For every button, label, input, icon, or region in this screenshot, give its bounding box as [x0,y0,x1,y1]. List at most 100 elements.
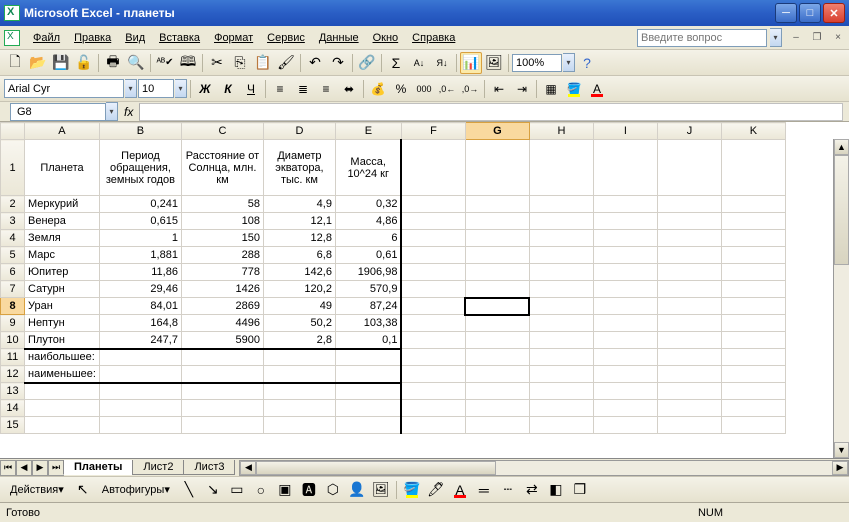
cell-H5[interactable] [529,247,593,264]
open-icon[interactable]: 📂 [27,52,49,74]
cell-K9[interactable] [721,315,785,332]
cell-F3[interactable] [401,213,465,230]
cell-I10[interactable] [593,332,657,349]
font-size-dropdown[interactable]: ▾ [175,79,187,98]
cell-B1[interactable]: Период обращения, земных годов [99,140,181,196]
scroll-right-icon[interactable]: ▶ [832,461,848,475]
cell-F13[interactable] [401,383,465,400]
currency-icon[interactable]: 💰 [367,78,389,100]
font-size-box[interactable]: 10 [138,79,174,98]
cell-A11[interactable]: наибольшее: [25,349,100,366]
chart-icon[interactable]: 📊 [460,52,482,74]
cell-F12[interactable] [401,366,465,383]
sheet-tab-2[interactable]: Лист2 [132,460,184,475]
cell-D1[interactable]: Диаметр экватора, тыс. км [263,140,335,196]
line-style-icon[interactable]: ═ [473,479,495,501]
cell-J4[interactable] [657,230,721,247]
help-search-input[interactable] [637,29,767,47]
cell-F4[interactable] [401,230,465,247]
borders-icon[interactable]: ▦ [540,78,562,100]
cell-B7[interactable]: 29,46 [99,281,181,298]
col-header-E[interactable]: E [335,123,401,140]
cell-I8[interactable] [593,298,657,315]
select-objects-icon[interactable]: ↖ [72,479,94,501]
cell-H1[interactable] [529,140,593,196]
cell-A10[interactable]: Плутон [25,332,100,349]
cell-B15[interactable] [99,417,181,434]
cell-B5[interactable]: 1,881 [99,247,181,264]
row-header-11[interactable]: 11 [1,349,25,366]
cell-C9[interactable]: 4496 [181,315,263,332]
cell-J7[interactable] [657,281,721,298]
cell-D8[interactable]: 49 [263,298,335,315]
row-header-14[interactable]: 14 [1,400,25,417]
cell-F1[interactable] [401,140,465,196]
cell-J14[interactable] [657,400,721,417]
formula-input[interactable] [139,103,843,121]
cell-K8[interactable] [721,298,785,315]
cell-B12[interactable] [99,366,181,383]
cell-E1[interactable]: Масса, 10^24 кг [335,140,401,196]
horizontal-scrollbar[interactable]: ◀ ▶ [239,460,849,476]
worksheet-grid[interactable]: ABCDEFGHIJK1ПланетаПериод обращения, зем… [0,122,849,458]
cell-B11[interactable] [99,349,181,366]
menu-edit[interactable]: Правка [67,29,118,47]
tab-prev-icon[interactable]: ◀ [16,460,32,476]
cell-G10[interactable] [465,332,529,349]
align-left-icon[interactable]: ≡ [269,78,291,100]
cell-I11[interactable] [593,349,657,366]
hscroll-thumb[interactable] [256,461,496,475]
cell-F9[interactable] [401,315,465,332]
cell-C8[interactable]: 2869 [181,298,263,315]
cell-F6[interactable] [401,264,465,281]
close-button[interactable]: ✕ [823,3,845,23]
col-header-K[interactable]: K [721,123,785,140]
font-name-box[interactable]: Arial Cyr [4,79,124,98]
cell-F8[interactable] [401,298,465,315]
increase-decimal-icon[interactable]: ,0← [436,78,458,100]
cell-F14[interactable] [401,400,465,417]
cell-H6[interactable] [529,264,593,281]
menu-window[interactable]: Окно [366,29,406,47]
cell-D5[interactable]: 6,8 [263,247,335,264]
cell-H2[interactable] [529,196,593,213]
merge-center-icon[interactable]: ⬌ [338,78,360,100]
font-color-icon[interactable]: A [586,78,608,100]
print-icon[interactable]: 🖶 [102,52,124,74]
cell-B3[interactable]: 0,615 [99,213,181,230]
rectangle-icon[interactable]: ▭ [226,479,248,501]
cell-J3[interactable] [657,213,721,230]
oval-icon[interactable]: ○ [250,479,272,501]
cell-G2[interactable] [465,196,529,213]
cell-C10[interactable]: 5900 [181,332,263,349]
comma-icon[interactable]: 000 [413,78,435,100]
cell-H15[interactable] [529,417,593,434]
col-header-H[interactable]: H [529,123,593,140]
cell-G6[interactable] [465,264,529,281]
maximize-button[interactable]: □ [799,3,821,23]
cell-C4[interactable]: 150 [181,230,263,247]
row-header-4[interactable]: 4 [1,230,25,247]
decrease-indent-icon[interactable]: ⇤ [488,78,510,100]
cell-D3[interactable]: 12,1 [263,213,335,230]
row-header-2[interactable]: 2 [1,196,25,213]
cell-G14[interactable] [465,400,529,417]
menu-help[interactable]: Справка [405,29,462,47]
percent-icon[interactable]: % [390,78,412,100]
cell-C11[interactable] [181,349,263,366]
cell-H11[interactable] [529,349,593,366]
doc-close[interactable]: × [831,31,845,45]
cell-A14[interactable] [25,400,100,417]
cell-G12[interactable] [465,366,529,383]
line-color-icon[interactable]: 🖊 [425,479,447,501]
cell-K1[interactable] [721,140,785,196]
cell-A1[interactable]: Планета [25,140,100,196]
cell-G3[interactable] [465,213,529,230]
cell-A2[interactable]: Меркурий [25,196,100,213]
cell-C15[interactable] [181,417,263,434]
cell-J11[interactable] [657,349,721,366]
cell-K6[interactable] [721,264,785,281]
cell-K7[interactable] [721,281,785,298]
drawing-icon[interactable]: 🖼 [483,52,505,74]
select-all-corner[interactable] [1,123,25,140]
